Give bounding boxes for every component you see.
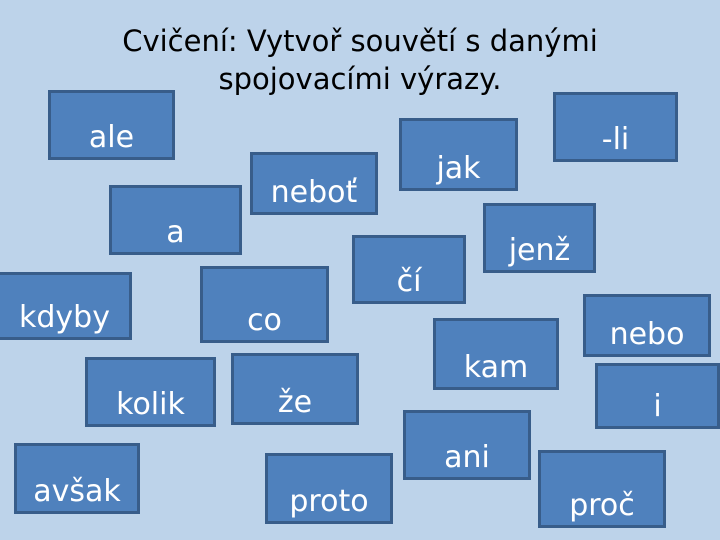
word-box[interactable]: a <box>109 185 242 255</box>
word-box[interactable]: -li <box>553 92 678 162</box>
word-box-label: -li <box>601 122 630 157</box>
word-box-label: a <box>166 215 185 250</box>
word-box[interactable]: i <box>595 363 720 429</box>
word-box-label: i <box>653 389 662 424</box>
word-box[interactable]: nebo <box>583 294 711 357</box>
word-box[interactable]: že <box>231 353 359 425</box>
word-box[interactable]: kam <box>433 318 559 390</box>
word-box[interactable]: proč <box>538 450 666 528</box>
slide-title: Cvičení: Vytvoř souvětí s danými spojova… <box>122 24 598 96</box>
word-box-label: neboť <box>270 175 358 210</box>
word-box-label: ale <box>88 120 135 155</box>
word-box[interactable]: neboť <box>250 152 378 215</box>
word-box[interactable]: ale <box>48 90 175 160</box>
word-box-label: čí <box>396 264 422 299</box>
word-box[interactable]: ani <box>403 410 531 480</box>
word-box-label: co <box>247 303 282 338</box>
word-box-label: jak <box>436 151 481 186</box>
word-box-label: nebo <box>609 317 685 352</box>
slide-canvas: Cvičení: Vytvoř souvětí s danými spojova… <box>0 0 720 540</box>
word-box-label: kam <box>463 350 529 385</box>
word-box-label: jenž <box>508 233 571 268</box>
word-box-label: kdyby <box>19 300 110 335</box>
word-box[interactable]: kolik <box>85 357 216 427</box>
word-box[interactable]: co <box>200 266 329 343</box>
word-box-label: proč <box>569 488 635 523</box>
word-box[interactable]: kdyby <box>0 272 132 340</box>
word-box-label: ani <box>444 440 490 475</box>
word-box-label: proto <box>289 484 369 519</box>
word-box[interactable]: jak <box>399 118 518 191</box>
word-box[interactable]: čí <box>352 235 466 304</box>
word-box[interactable]: avšak <box>14 443 140 514</box>
word-box-label: že <box>277 385 313 420</box>
word-box-label: avšak <box>33 474 121 509</box>
word-box[interactable]: proto <box>265 453 393 524</box>
word-box[interactable]: jenž <box>483 203 596 273</box>
word-box-label: kolik <box>116 387 185 422</box>
